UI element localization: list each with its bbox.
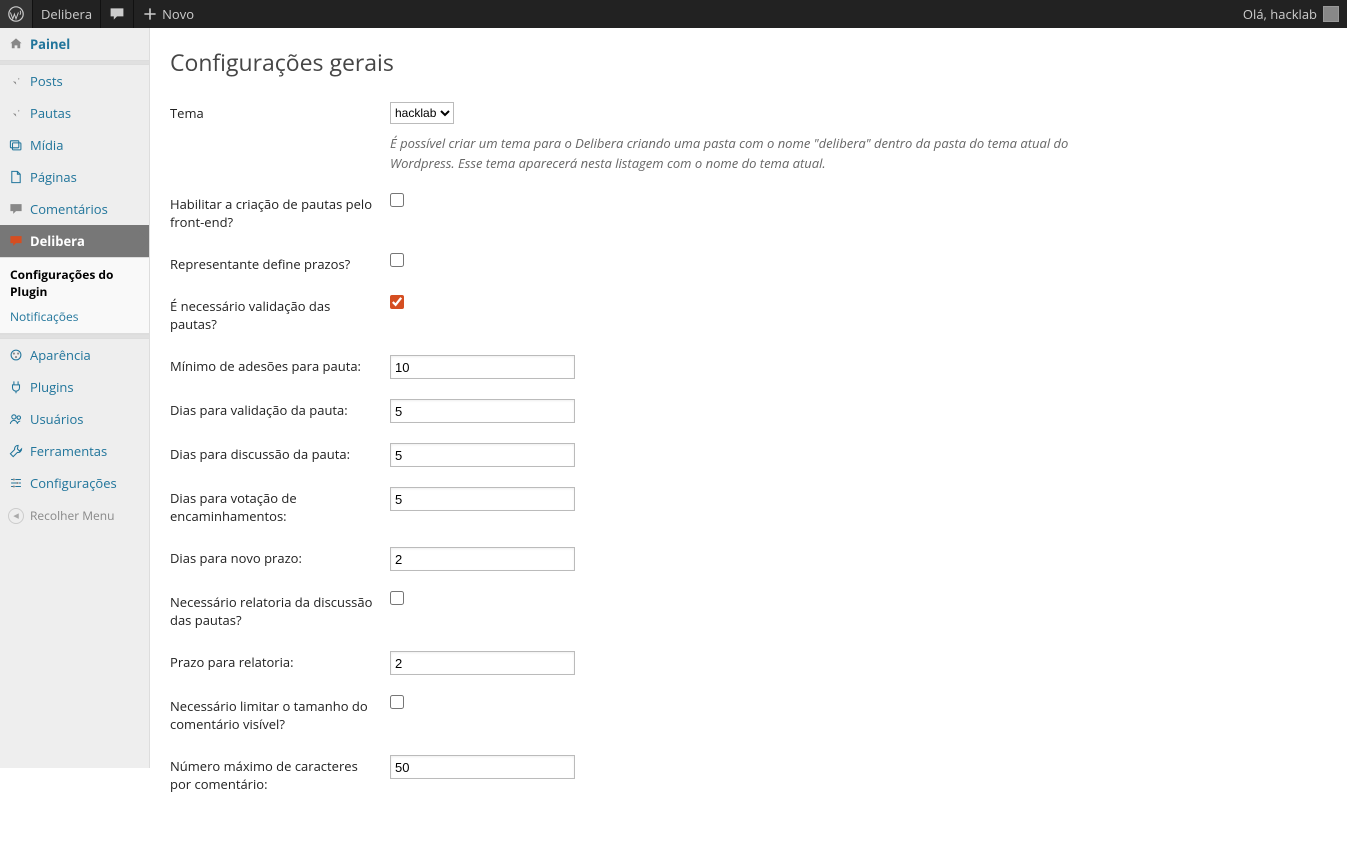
comment-icon	[109, 6, 125, 22]
new-content-label: Novo	[162, 5, 194, 23]
form-row: Mínimo de adesões para pauta:	[170, 345, 1130, 389]
my-account-link[interactable]: Olá, hacklab	[1235, 0, 1347, 28]
sidebar-item-posts[interactable]: Posts	[0, 65, 149, 97]
field-description: É possível criar um tema para o Delibera…	[390, 134, 1090, 173]
page-title: Configurações gerais	[170, 46, 1327, 78]
field-input[interactable]	[390, 487, 575, 511]
submenu-config-plugin[interactable]: Configurações do Plugin	[0, 262, 149, 304]
field-label: Mínimo de adesões para pauta:	[170, 345, 390, 389]
field-label: Número máximo de caracteres por comentár…	[170, 745, 390, 805]
sidebar-item-label: Delibera	[30, 232, 85, 250]
admin-sidebar: Painel Posts Pautas Mídia Páginas Comentários…	[0, 28, 150, 768]
theme-select[interactable]: hacklab	[390, 102, 454, 124]
comments-link[interactable]	[101, 0, 133, 28]
home-icon	[8, 36, 24, 52]
form-row: Dias para votação de encaminhamentos:	[170, 477, 1130, 537]
form-row: Temahacklab É possível criar um tema para…	[170, 92, 1130, 183]
field-checkbox[interactable]	[390, 193, 404, 207]
sidebar-item-label: Posts	[30, 72, 63, 90]
field-input[interactable]	[390, 399, 575, 423]
field-label: Tema	[170, 92, 390, 183]
settings-icon	[8, 475, 24, 491]
field-checkbox[interactable]	[390, 253, 404, 267]
sidebar-item-usuarios[interactable]: Usuários	[0, 403, 149, 435]
field-label: Dias para discussão da pauta:	[170, 433, 390, 477]
sidebar-item-label: Plugins	[30, 378, 74, 396]
form-row: Necessário relatoria da discussão das pa…	[170, 581, 1130, 641]
field-label: Dias para votação de encaminhamentos:	[170, 477, 390, 537]
new-content-link[interactable]: Novo	[134, 0, 202, 28]
sidebar-item-midia[interactable]: Mídia	[0, 129, 149, 161]
wordpress-icon	[8, 6, 24, 22]
form-row: Habilitar a criação de pautas pelo front…	[170, 183, 1130, 243]
collapse-label: Recolher Menu	[30, 507, 115, 524]
sidebar-item-ferramentas[interactable]: Ferramentas	[0, 435, 149, 467]
sidebar-item-comentarios[interactable]: Comentários	[0, 193, 149, 225]
chat-icon	[8, 233, 24, 249]
pin-icon	[8, 73, 24, 89]
field-input[interactable]	[390, 755, 575, 779]
sidebar-item-label: Configurações	[30, 474, 117, 492]
users-icon	[8, 411, 24, 427]
field-checkbox[interactable]	[390, 591, 404, 605]
collapse-menu-button[interactable]: ◂ Recolher Menu	[0, 499, 149, 532]
plus-icon	[142, 6, 158, 22]
comment-icon	[8, 201, 24, 217]
form-row: Prazo para relatoria:	[170, 641, 1130, 685]
greeting-text: Olá, hacklab	[1243, 5, 1317, 23]
field-label: Representante define prazos?	[170, 243, 390, 285]
page-icon	[8, 169, 24, 185]
tools-icon	[8, 443, 24, 459]
collapse-icon: ◂	[8, 508, 24, 524]
form-row: Dias para validação da pauta:	[170, 389, 1130, 433]
sidebar-item-label: Aparência	[30, 346, 91, 364]
sidebar-item-aparencia[interactable]: Aparência	[0, 339, 149, 371]
sidebar-item-label: Mídia	[30, 136, 63, 154]
field-checkbox[interactable]	[390, 695, 404, 709]
sidebar-item-label: Pautas	[30, 104, 71, 122]
sidebar-submenu: Configurações do PluginNotificações	[0, 257, 149, 334]
appearance-icon	[8, 347, 24, 363]
sidebar-item-delibera[interactable]: Delibera	[0, 225, 149, 257]
field-label: Dias para novo prazo:	[170, 537, 390, 581]
form-row: Representante define prazos?	[170, 243, 1130, 285]
form-row: Dias para discussão da pauta:	[170, 433, 1130, 477]
field-input[interactable]	[390, 443, 575, 467]
sidebar-item-label: Ferramentas	[30, 442, 107, 460]
sidebar-item-label: Páginas	[30, 168, 77, 186]
submenu-notificacoes[interactable]: Notificações	[0, 304, 149, 329]
avatar	[1323, 6, 1339, 22]
sidebar-item-painel[interactable]: Painel	[0, 28, 149, 60]
field-label: Necessário relatoria da discussão das pa…	[170, 581, 390, 641]
sidebar-item-pautas[interactable]: Pautas	[0, 97, 149, 129]
site-name-link[interactable]: Delibera	[33, 0, 100, 28]
field-input[interactable]	[390, 651, 575, 675]
settings-form: Temahacklab É possível criar um tema para…	[170, 92, 1130, 805]
sidebar-item-configuracoes[interactable]: Configurações	[0, 467, 149, 499]
sidebar-item-label: Painel	[30, 35, 70, 53]
field-label: Habilitar a criação de pautas pelo front…	[170, 183, 390, 243]
sidebar-item-plugins[interactable]: Plugins	[0, 371, 149, 403]
pin-icon	[8, 105, 24, 121]
content-area: Configurações gerais Temahacklab É possív…	[150, 28, 1347, 845]
media-icon	[8, 137, 24, 153]
wp-logo[interactable]	[0, 0, 32, 28]
sidebar-item-paginas[interactable]: Páginas	[0, 161, 149, 193]
form-row: Dias para novo prazo:	[170, 537, 1130, 581]
sidebar-item-label: Usuários	[30, 410, 83, 428]
form-row: Número máximo de caracteres por comentár…	[170, 745, 1130, 805]
form-row: É necessário validação das pautas?	[170, 285, 1130, 345]
field-input[interactable]	[390, 547, 575, 571]
field-label: Dias para validação da pauta:	[170, 389, 390, 433]
field-label: Prazo para relatoria:	[170, 641, 390, 685]
field-label: Necessário limitar o tamanho do comentár…	[170, 685, 390, 745]
form-row: Necessário limitar o tamanho do comentár…	[170, 685, 1130, 745]
field-label: É necessário validação das pautas?	[170, 285, 390, 345]
plug-icon	[8, 379, 24, 395]
sidebar-item-label: Comentários	[30, 200, 108, 218]
field-checkbox[interactable]	[390, 295, 404, 309]
field-input[interactable]	[390, 355, 575, 379]
admin-bar: Delibera Novo Olá, hacklab	[0, 0, 1347, 28]
